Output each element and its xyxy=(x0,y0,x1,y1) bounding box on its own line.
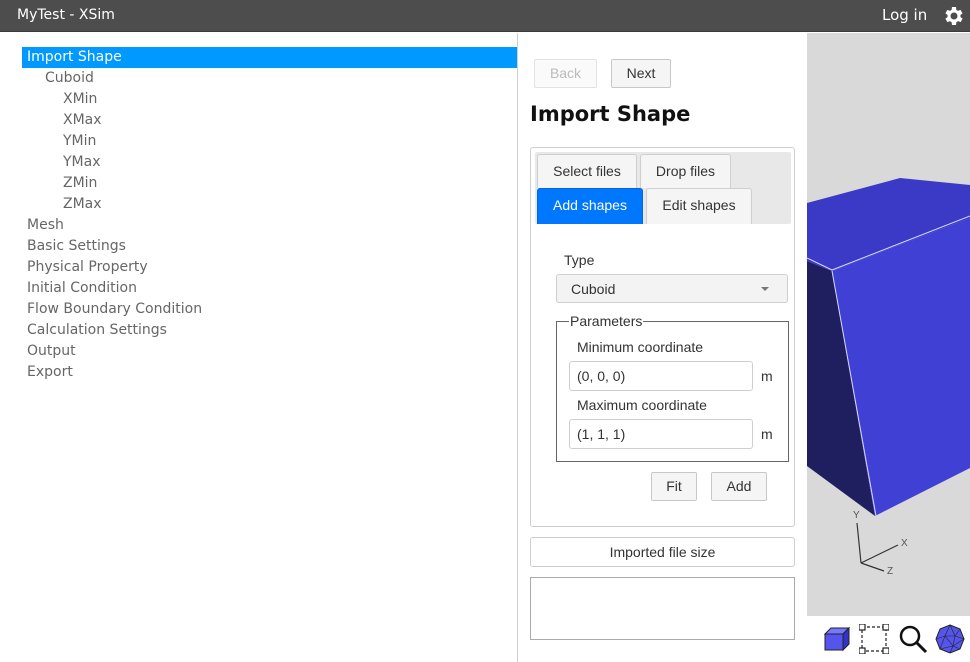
tree-item-cuboid[interactable]: Cuboid xyxy=(45,68,94,89)
type-label: Type xyxy=(564,252,595,268)
3d-viewport[interactable]: Y X Z xyxy=(807,33,970,616)
tab-drop-files[interactable]: Drop files xyxy=(640,154,731,188)
imported-file-size-box xyxy=(530,577,795,640)
navigation-tree: Import Shape Cuboid XMin XMax YMin YMax … xyxy=(0,33,518,662)
type-select-value: Cuboid xyxy=(571,281,616,297)
fit-button[interactable]: Fit xyxy=(651,472,697,501)
gear-icon[interactable] xyxy=(942,4,966,28)
back-button[interactable]: Back xyxy=(534,59,597,88)
axis-z-line xyxy=(860,562,885,572)
viewport-toolbar xyxy=(807,616,970,662)
tab-edit-shapes[interactable]: Edit shapes xyxy=(646,188,752,224)
max-coordinate-input[interactable]: (1, 1, 1) xyxy=(569,419,753,449)
min-coordinate-input[interactable]: (0, 0, 0) xyxy=(569,361,753,391)
tree-item-zmin[interactable]: ZMin xyxy=(63,173,97,194)
tree-item-ymin[interactable]: YMin xyxy=(63,131,96,152)
tree-item-import-shape[interactable]: Import Shape xyxy=(22,47,517,68)
tree-item-xmin[interactable]: XMin xyxy=(63,89,97,110)
tab-add-shapes[interactable]: Add shapes xyxy=(537,188,643,224)
max-coordinate-unit: m xyxy=(761,426,773,442)
next-button[interactable]: Next xyxy=(611,59,671,88)
min-coordinate-unit: m xyxy=(761,368,773,384)
top-bar: MyTest - XSim Log in xyxy=(0,0,970,32)
min-coordinate-label: Minimum coordinate xyxy=(577,339,704,355)
axis-z-label: Z xyxy=(887,566,893,577)
import-shape-card: Select files Drop files Add shapes Edit … xyxy=(530,147,795,527)
axis-x-label: X xyxy=(901,538,908,549)
chevron-down-icon xyxy=(761,287,769,291)
tree-item-physical-property[interactable]: Physical Property xyxy=(27,257,148,278)
zoom-icon[interactable] xyxy=(898,624,928,654)
cube-view-icon[interactable] xyxy=(821,624,851,654)
axis-y-line xyxy=(856,522,862,564)
tree-item-basic-settings[interactable]: Basic Settings xyxy=(27,236,126,257)
settings-panel: Back Next Import Shape Select files Drop… xyxy=(518,33,807,662)
tree-item-mesh[interactable]: Mesh xyxy=(27,215,64,236)
parameters-legend: Parameters xyxy=(569,313,644,329)
axis-y-label: Y xyxy=(853,510,860,521)
add-button[interactable]: Add xyxy=(711,472,767,501)
3d-scene[interactable]: Y X Z xyxy=(807,33,970,616)
tree-item-output[interactable]: Output xyxy=(27,341,76,362)
axis-gizmo xyxy=(856,522,899,572)
tree-item-export[interactable]: Export xyxy=(27,362,73,383)
tree-item-flow-boundary-condition[interactable]: Flow Boundary Condition xyxy=(27,299,202,320)
type-select[interactable]: Cuboid xyxy=(556,274,788,303)
login-link[interactable]: Log in xyxy=(882,6,927,24)
tree-item-initial-condition[interactable]: Initial Condition xyxy=(27,278,137,299)
box-select-icon[interactable] xyxy=(859,624,889,654)
page-title: Import Shape xyxy=(530,102,691,126)
tree-item-calculation-settings[interactable]: Calculation Settings xyxy=(27,320,167,341)
tab-bar: Select files Drop files Add shapes Edit … xyxy=(535,152,791,224)
tree-item-ymax[interactable]: YMax xyxy=(63,152,101,173)
app-title: MyTest - XSim xyxy=(17,7,115,23)
imported-file-size-button[interactable]: Imported file size xyxy=(530,537,795,567)
axis-x-line xyxy=(860,544,899,564)
tree-item-zmax[interactable]: ZMax xyxy=(63,194,102,215)
tab-select-files[interactable]: Select files xyxy=(537,154,637,188)
parameters-fieldset: Parameters Minimum coordinate (0, 0, 0) … xyxy=(556,313,789,462)
tree-item-xmax[interactable]: XMax xyxy=(63,110,102,131)
mesh-view-icon[interactable] xyxy=(935,624,965,654)
max-coordinate-label: Maximum coordinate xyxy=(577,397,707,413)
